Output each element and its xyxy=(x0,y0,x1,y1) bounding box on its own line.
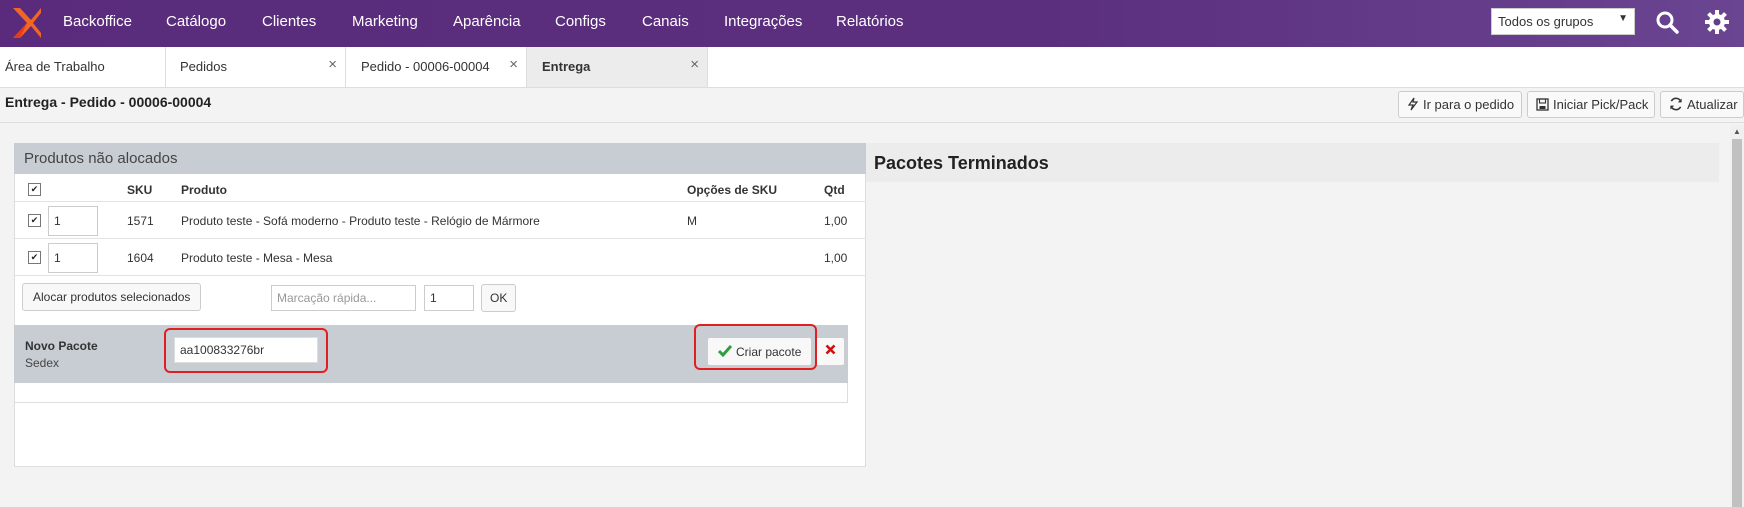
nav-backoffice[interactable]: Backoffice xyxy=(63,13,132,30)
save-icon xyxy=(1536,98,1549,111)
highlight-box xyxy=(164,328,328,373)
logo-icon[interactable] xyxy=(10,5,44,41)
highlight-box xyxy=(694,324,817,370)
row-qty-input[interactable]: 1 xyxy=(48,206,98,236)
go-to-order-button[interactable]: Ir para o pedido xyxy=(1398,91,1522,118)
new-package-title: Novo Pacote xyxy=(25,339,98,353)
ok-button[interactable]: OK xyxy=(481,284,517,312)
nav-configs[interactable]: Configs xyxy=(555,13,606,30)
gear-icon[interactable] xyxy=(1704,9,1730,35)
select-all-checkbox[interactable]: ✔ xyxy=(28,183,41,196)
top-navbar: Backoffice Catálogo Clientes Marketing A… xyxy=(0,0,1744,47)
nav-marketing[interactable]: Marketing xyxy=(352,13,418,30)
close-icon xyxy=(825,344,836,355)
tab-entrega[interactable]: Entrega × xyxy=(527,47,708,87)
products-table: ✔ SKU Produto Opções de SKU Qtd ✔ 1 1571… xyxy=(14,174,866,467)
tab-label: Entrega xyxy=(542,59,591,74)
scrollbar-thumb[interactable] xyxy=(1732,139,1742,507)
nav-catalogo[interactable]: Catálogo xyxy=(166,13,226,30)
finished-packages-title: Pacotes Terminados xyxy=(874,153,1049,173)
nav-relatorios[interactable]: Relatórios xyxy=(836,13,904,30)
row-checkbox[interactable]: ✔ xyxy=(28,251,41,264)
quick-mark-input[interactable]: Marcação rápida... xyxy=(271,285,416,311)
row-qty: 1,00 xyxy=(824,251,848,265)
column-header-product: Produto xyxy=(181,183,227,197)
carrier-name: Sedex xyxy=(25,356,60,370)
row-qty-input[interactable]: 1 xyxy=(48,243,98,273)
group-select[interactable]: Todos os grupos ▼ xyxy=(1491,8,1635,35)
refresh-icon xyxy=(1670,97,1682,111)
new-package-body xyxy=(14,383,848,403)
row-product: Produto teste - Sofá moderno - Produto t… xyxy=(181,214,540,228)
refresh-button[interactable]: Atualizar xyxy=(1660,91,1744,118)
finished-packages-panel: Pacotes Terminados xyxy=(866,143,1719,182)
nav-integracoes[interactable]: Integrações xyxy=(724,13,802,30)
nav-canais[interactable]: Canais xyxy=(642,13,689,30)
cancel-package-button[interactable] xyxy=(815,337,845,366)
divider xyxy=(15,238,866,239)
tab-pedido-00006-00004[interactable]: Pedido - 00006-00004 × xyxy=(346,47,527,87)
close-icon[interactable]: × xyxy=(328,56,337,73)
tab-label: Pedido - 00006-00004 xyxy=(361,59,490,74)
divider xyxy=(15,275,866,276)
group-select-value: Todos os grupos xyxy=(1498,14,1594,29)
bolt-icon xyxy=(1407,97,1419,111)
nav-clientes[interactable]: Clientes xyxy=(262,13,316,30)
quick-qty-input[interactable]: 1 xyxy=(424,285,474,311)
search-icon[interactable] xyxy=(1655,10,1679,34)
nav-aparencia[interactable]: Aparência xyxy=(453,13,521,30)
refresh-label: Atualizar xyxy=(1687,97,1738,112)
column-header-sku: SKU xyxy=(127,183,153,197)
tab-pedidos[interactable]: Pedidos × xyxy=(166,47,346,87)
scroll-up-icon[interactable]: ▲ xyxy=(1733,127,1741,136)
page-title: Entrega - Pedido - 00006-00004 xyxy=(5,94,212,110)
tab-bar: Área de Trabalho Pedidos × Pedido - 0000… xyxy=(0,47,1744,88)
panel-title: Produtos não alocados xyxy=(14,143,866,174)
row-sku-option: M xyxy=(687,214,697,228)
column-header-qty: Qtd xyxy=(824,183,845,197)
chevron-down-icon: ▼ xyxy=(1618,13,1628,24)
close-icon[interactable]: × xyxy=(509,56,518,73)
close-icon[interactable]: × xyxy=(690,56,699,73)
vertical-scrollbar[interactable]: ▲ xyxy=(1730,125,1744,507)
tab-label: Área de Trabalho xyxy=(5,59,105,74)
start-pick-pack-label: Iniciar Pick/Pack xyxy=(1553,97,1649,112)
allocate-selected-button[interactable]: Alocar produtos selecionados xyxy=(22,283,202,311)
row-sku: 1571 xyxy=(127,214,154,228)
new-package-row: Novo Pacote Sedex aa100833276br Criar pa… xyxy=(14,324,848,383)
row-sku: 1604 xyxy=(127,251,154,265)
tab-label: Pedidos xyxy=(180,59,227,74)
divider xyxy=(15,201,866,202)
tab-area-de-trabalho[interactable]: Área de Trabalho xyxy=(0,47,166,87)
start-pick-pack-button[interactable]: Iniciar Pick/Pack xyxy=(1527,91,1655,118)
row-product: Produto teste - Mesa - Mesa xyxy=(181,251,333,265)
go-to-order-label: Ir para o pedido xyxy=(1423,97,1515,112)
row-checkbox[interactable]: ✔ xyxy=(28,214,41,227)
row-qty: 1,00 xyxy=(824,214,848,228)
column-header-sku-options: Opções de SKU xyxy=(687,183,778,197)
header-divider xyxy=(0,122,1744,123)
